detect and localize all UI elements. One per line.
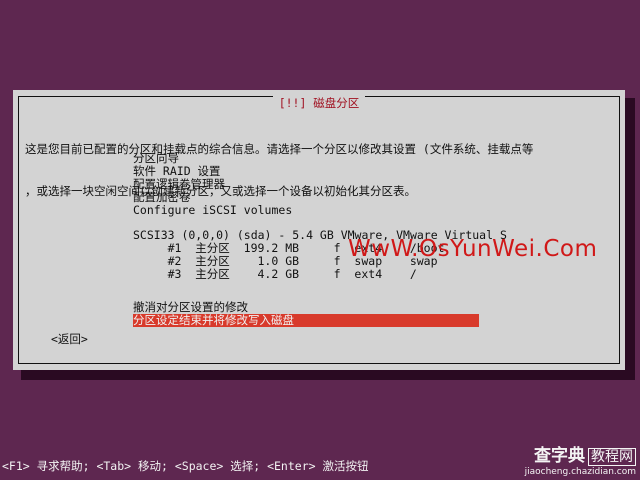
dialog-title-bar: [!!] 磁盘分区 bbox=[19, 96, 619, 110]
partition-row[interactable]: #3 主分区 4.2 GB f ext4 / bbox=[133, 268, 533, 281]
menu-item-finish-partitioning[interactable]: 分区设定结束并将修改写入磁盘 bbox=[133, 314, 479, 327]
partition-dialog: [!!] 磁盘分区 这是您目前已配置的分区和挂载点的综合信息。请选择一个分区以修… bbox=[13, 90, 625, 370]
watermark-text: WwW.OsYunWei.Com bbox=[348, 236, 598, 262]
logo-top-text: 查字典 bbox=[534, 446, 585, 466]
menu-spacer bbox=[133, 281, 533, 301]
site-logo: 查字典 教程网 jiaocheng.chazidian.com bbox=[525, 446, 636, 477]
dialog-title: [!!] 磁盘分区 bbox=[272, 96, 366, 110]
back-button[interactable]: <返回> bbox=[51, 333, 88, 346]
logo-boxed-text: 教程网 bbox=[588, 448, 636, 466]
logo-url: jiaocheng.chazidian.com bbox=[524, 467, 636, 477]
menu-item-lvm[interactable]: 配置逻辑卷管理器 bbox=[133, 178, 533, 191]
logo-title: 查字典 教程网 bbox=[525, 446, 636, 467]
help-footer: <F1> 寻求帮助; <Tab> 移动; <Space> 选择; <Enter>… bbox=[2, 459, 369, 473]
menu-item-iscsi[interactable]: Configure iSCSI volumes bbox=[133, 204, 533, 217]
